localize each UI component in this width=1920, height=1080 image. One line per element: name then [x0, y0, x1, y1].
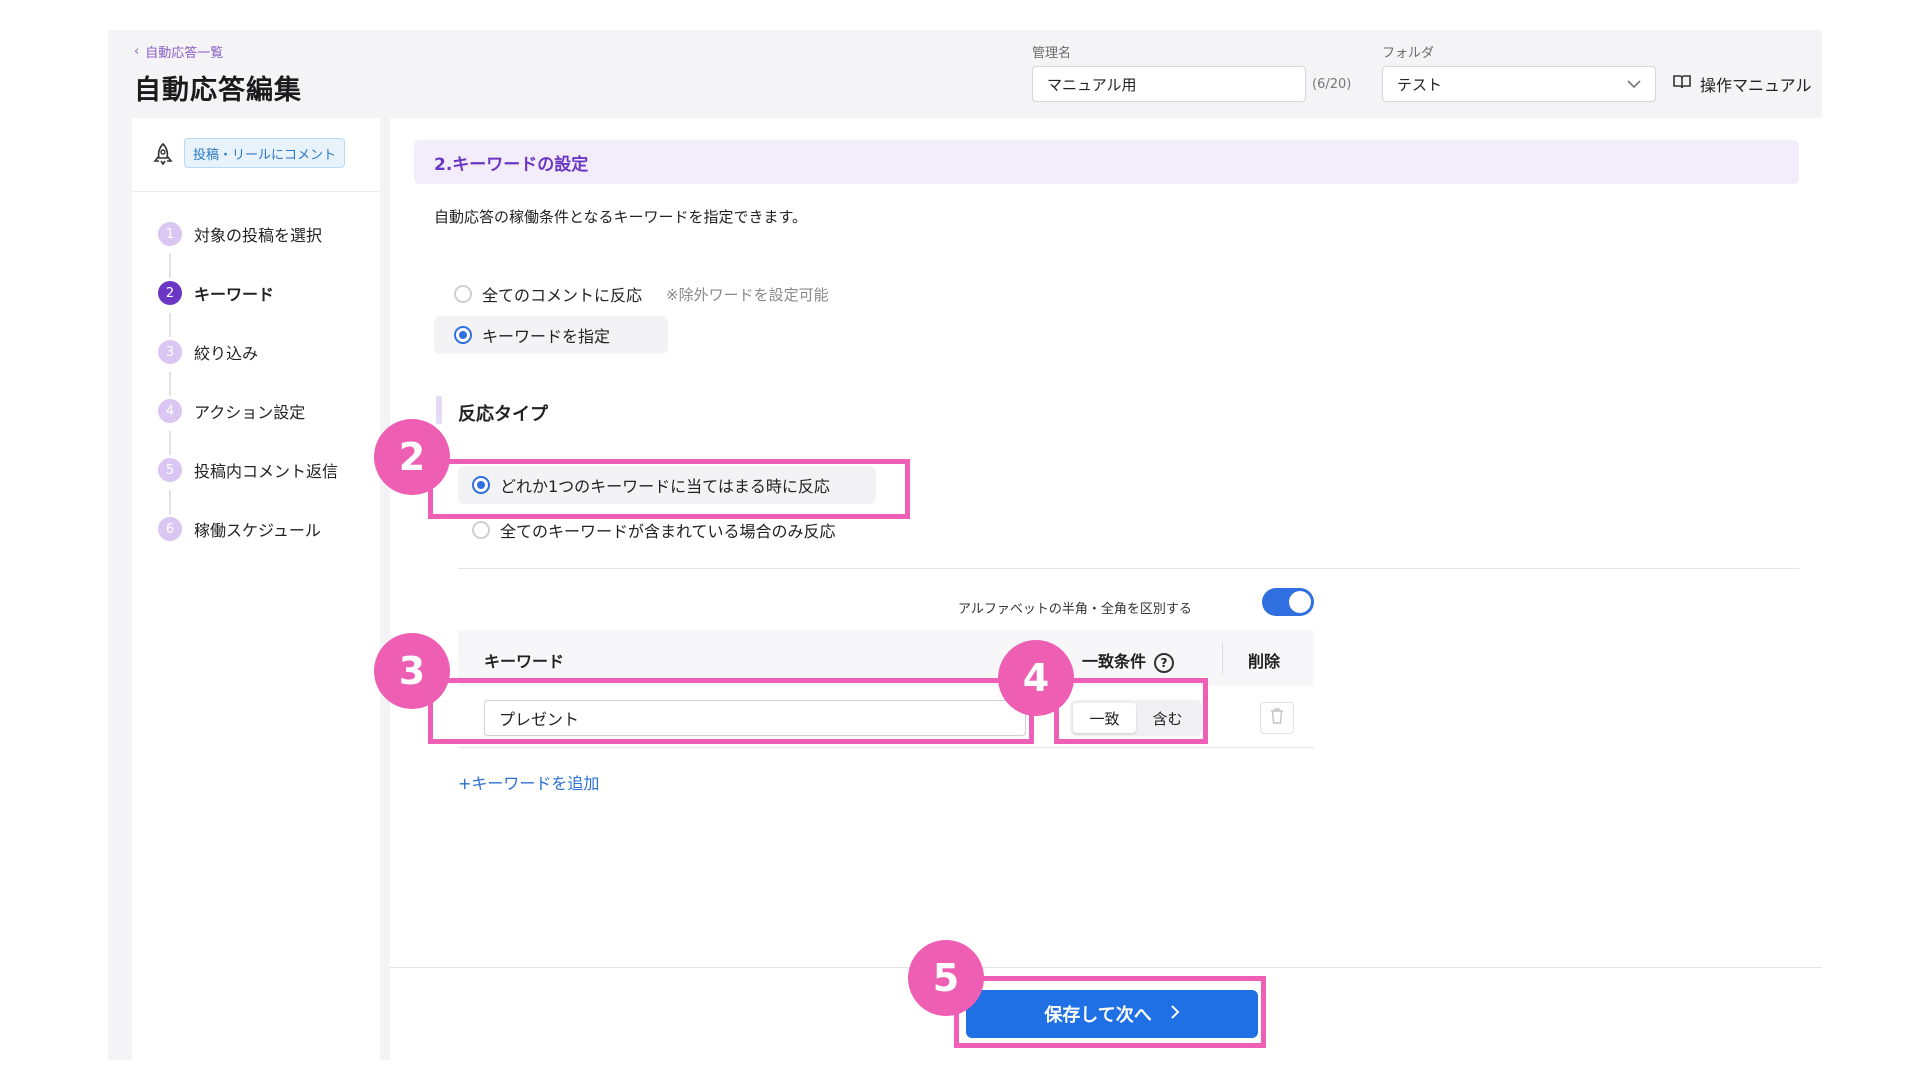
scope-option-all-comments[interactable]: 全てのコメントに反応 ※除外ワードを設定可能 — [454, 282, 829, 306]
callout-badge-5: 5 — [908, 940, 984, 1016]
sidebar-header: 投稿・リールにコメント — [132, 118, 380, 192]
back-to-list-link[interactable]: ‹ 自動応答一覧 — [134, 42, 223, 61]
footer-divider — [390, 967, 1822, 968]
name-char-counter: (6/20) — [1312, 77, 1352, 92]
step-number: 3 — [158, 340, 182, 364]
step-label: 対象の投稿を選択 — [194, 226, 323, 245]
back-link-label: 自動応答一覧 — [145, 46, 224, 61]
radio-label: 全てのキーワードが含まれている場合のみ反応 — [500, 522, 836, 541]
step-label: 稼働スケジュール — [194, 521, 321, 540]
step-connector — [169, 313, 171, 337]
rocket-icon — [152, 142, 174, 170]
book-icon — [1672, 74, 1692, 94]
step-label: 投稿内コメント返信 — [194, 462, 339, 481]
callout-box-2 — [428, 459, 910, 519]
step-connector — [169, 372, 171, 396]
radio-label: キーワードを指定 — [482, 327, 611, 346]
step-label: キーワード — [194, 285, 275, 304]
col-keyword-header: キーワード — [484, 652, 565, 671]
step-6-schedule[interactable]: 6 稼働スケジュール — [158, 517, 321, 541]
section-title: 2.キーワードの設定 — [414, 140, 1799, 184]
manual-button[interactable]: 操作マニュアル — [1672, 72, 1812, 96]
callout-badge-4: 4 — [998, 640, 1074, 716]
step-number: 5 — [158, 458, 182, 482]
name-field-label: 管理名 — [1032, 46, 1072, 61]
callout-box-5 — [954, 976, 1266, 1048]
step-connector — [169, 490, 171, 514]
col-match-label: 一致条件 — [1082, 652, 1147, 671]
callout-badge-3: 3 — [374, 633, 450, 709]
step-4-action[interactable]: 4 アクション設定 — [158, 399, 305, 423]
column-separator — [1222, 642, 1223, 674]
step-connector — [169, 254, 171, 278]
step-number: 6 — [158, 517, 182, 541]
callout-badge-2: 2 — [374, 419, 450, 495]
help-icon[interactable]: ? — [1154, 652, 1175, 673]
main-panel: 2.キーワードの設定 自動応答の稼働条件となるキーワードを指定できます。 全ての… — [390, 118, 1822, 1060]
width-sensitivity-label: アルファベットの半角・全角を区別する — [958, 602, 1192, 617]
step-number: 1 — [158, 222, 182, 246]
divider — [458, 568, 1799, 569]
subheading-accent — [436, 396, 442, 424]
folder-select[interactable]: テスト — [1382, 66, 1656, 102]
add-keyword-link[interactable]: +キーワードを追加 — [458, 770, 599, 794]
width-sensitivity-toggle[interactable] — [1262, 588, 1314, 616]
section-description: 自動応答の稼働条件となるキーワードを指定できます。 — [434, 208, 808, 226]
radio-button[interactable] — [472, 521, 490, 539]
manual-button-label: 操作マニュアル — [1700, 76, 1812, 95]
step-sidebar: 投稿・リールにコメント 1 対象の投稿を選択 2 キーワード 3 絞り込み 4 … — [132, 118, 380, 1060]
step-2-keyword[interactable]: 2 キーワード — [158, 281, 274, 305]
radio-note: ※除外ワードを設定可能 — [666, 285, 829, 304]
step-number: 4 — [158, 399, 182, 423]
reaction-option-all[interactable]: 全てのキーワードが含まれている場合のみ反応 — [472, 518, 836, 542]
step-1-select-post[interactable]: 1 対象の投稿を選択 — [158, 222, 322, 246]
callout-box-4 — [1054, 678, 1208, 744]
callout-box-3 — [428, 678, 1034, 744]
automation-type-badge: 投稿・リールにコメント — [184, 138, 346, 168]
scope-option-keyword[interactable]: キーワードを指定 — [434, 316, 668, 354]
chevron-left-icon: ‹ — [134, 44, 140, 59]
folder-selected-value: テスト — [1397, 75, 1443, 94]
col-match-header: 一致条件? — [1082, 648, 1175, 673]
step-label: アクション設定 — [194, 403, 306, 422]
step-label: 絞り込み — [194, 344, 259, 363]
delete-keyword-button[interactable] — [1260, 702, 1294, 734]
folder-field-label: フォルダ — [1382, 46, 1435, 61]
step-number: 2 — [158, 281, 182, 305]
name-input[interactable]: マニュアル用 — [1032, 66, 1306, 102]
radio-button[interactable] — [454, 326, 472, 344]
radio-label: 全てのコメントに反応 — [482, 286, 643, 305]
chevron-down-icon — [1627, 75, 1641, 93]
step-3-filter[interactable]: 3 絞り込み — [158, 340, 258, 364]
radio-button[interactable] — [454, 285, 472, 303]
page-title: 自動応答編集 — [134, 75, 302, 106]
trash-icon — [1270, 708, 1284, 728]
col-delete-header: 削除 — [1248, 652, 1281, 671]
step-5-comment-reply[interactable]: 5 投稿内コメント返信 — [158, 458, 338, 482]
reaction-type-heading: 反応タイプ — [458, 404, 548, 425]
step-connector — [169, 431, 171, 455]
